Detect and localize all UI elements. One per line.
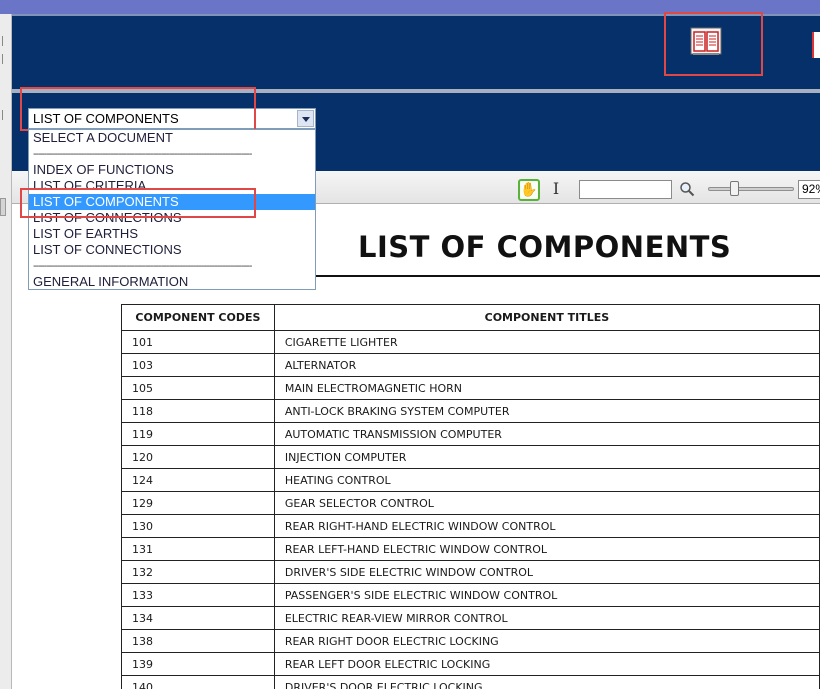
dropdown-option[interactable]: SELECT A DOCUMENT bbox=[29, 130, 315, 146]
component-code-cell: 119 bbox=[121, 422, 275, 446]
table-row: 124 HEATING CONTROL bbox=[121, 468, 820, 492]
component-code-cell: 129 bbox=[121, 491, 275, 515]
zoom-slider-thumb[interactable] bbox=[730, 181, 739, 196]
panel-tick bbox=[2, 36, 7, 46]
component-title-cell: GEAR SELECTOR CONTROL bbox=[273, 491, 820, 515]
table-header-row: COMPONENT CODES COMPONENT TITLES bbox=[121, 304, 820, 331]
component-code-cell: 103 bbox=[121, 353, 275, 377]
dropdown-divider: ----------------------------------------… bbox=[33, 260, 252, 272]
component-code-cell: 105 bbox=[121, 376, 275, 400]
dropdown-option[interactable]: GENERAL INFORMATION bbox=[29, 274, 315, 290]
component-code-cell: 131 bbox=[121, 537, 275, 561]
component-title-cell: DRIVER'S SIDE ELECTRIC WINDOW CONTROL bbox=[273, 560, 820, 584]
components-table: COMPONENT CODES COMPONENT TITLES 101 CIGA… bbox=[121, 304, 820, 689]
title-underline bbox=[310, 275, 820, 277]
table-row: 118 ANTI-LOCK BRAKING SYSTEM COMPUTER bbox=[121, 399, 820, 423]
document-dropdown-list[interactable]: SELECT A DOCUMENT -----------------------… bbox=[28, 129, 316, 290]
component-code-cell: 130 bbox=[121, 514, 275, 538]
dropdown-option[interactable]: LIST OF CONNECTIONS bbox=[29, 242, 315, 258]
chevron-down-icon[interactable] bbox=[297, 110, 314, 127]
component-code-cell: 140 bbox=[121, 675, 275, 689]
component-title-cell: REAR RIGHT-HAND ELECTRIC WINDOW CONTROL bbox=[273, 514, 820, 538]
table-row: 140 DRIVER'S DOOR ELECTRIC LOCKING bbox=[121, 675, 820, 689]
table-row: 120 INJECTION COMPUTER bbox=[121, 445, 820, 469]
component-title-cell: ELECTRIC REAR-VIEW MIRROR CONTROL bbox=[273, 606, 820, 630]
component-code-cell: 139 bbox=[121, 652, 275, 676]
dropdown-option[interactable]: INDEX OF FUNCTIONS bbox=[29, 162, 315, 178]
dropdown-option[interactable]: LIST OF EARTHS bbox=[29, 226, 315, 242]
table-row: 103 ALTERNATOR bbox=[121, 353, 820, 377]
component-code-cell: 120 bbox=[121, 445, 275, 469]
header-divider bbox=[12, 14, 820, 16]
table-body: 101 CIGARETTE LIGHTER 103 ALTERNATOR 105 MAIN… bbox=[121, 330, 820, 689]
component-title-cell: PASSENGER'S SIDE ELECTRIC WINDOW CONTROL bbox=[273, 583, 820, 607]
dropdown-option[interactable]: LIST OF COMPONENTS bbox=[29, 194, 315, 210]
component-title-cell: REAR RIGHT DOOR ELECTRIC LOCKING bbox=[273, 629, 820, 653]
component-title-cell: REAR LEFT DOOR ELECTRIC LOCKING bbox=[273, 652, 820, 676]
component-title-cell: AUTOMATIC TRANSMISSION COMPUTER bbox=[273, 422, 820, 446]
zoom-slider-track[interactable] bbox=[708, 187, 794, 191]
component-code-cell: 118 bbox=[121, 399, 275, 423]
panel-tick bbox=[2, 54, 7, 64]
dropdown-option[interactable]: LIST OF CRITERIA bbox=[29, 178, 315, 194]
hand-icon[interactable]: ✋ bbox=[518, 179, 540, 201]
table-row: 138 REAR RIGHT DOOR ELECTRIC LOCKING bbox=[121, 629, 820, 653]
component-title-cell: INJECTION COMPUTER bbox=[273, 445, 820, 469]
component-code-cell: 132 bbox=[121, 560, 275, 584]
table-row: 130 REAR RIGHT-HAND ELECTRIC WINDOW CONTR… bbox=[121, 514, 820, 538]
component-title-cell: MAIN ELECTROMAGNETIC HORN bbox=[273, 376, 820, 400]
open-book-icon[interactable] bbox=[690, 26, 722, 58]
document-select-value: LIST OF COMPONENTS bbox=[33, 111, 179, 126]
component-title-cell: HEATING CONTROL bbox=[273, 468, 820, 492]
component-code-cell: 133 bbox=[121, 583, 275, 607]
left-panel-strip[interactable] bbox=[0, 14, 12, 689]
header-divider bbox=[12, 89, 820, 93]
column-header-codes: COMPONENT CODES bbox=[121, 304, 275, 331]
component-title-cell: ALTERNATOR bbox=[273, 353, 820, 377]
zoom-level-field[interactable]: 92% bbox=[798, 180, 820, 199]
document-select[interactable]: LIST OF COMPONENTS bbox=[28, 108, 316, 129]
find-input[interactable] bbox=[579, 180, 672, 199]
text-cursor-icon[interactable]: I bbox=[550, 179, 562, 199]
column-header-titles: COMPONENT TITLES bbox=[273, 304, 820, 331]
panel-collapse-handle[interactable] bbox=[0, 198, 6, 216]
component-title-cell: CIGARETTE LIGHTER bbox=[273, 330, 820, 354]
component-code-cell: 101 bbox=[121, 330, 275, 354]
table-row: 139 REAR LEFT DOOR ELECTRIC LOCKING bbox=[121, 652, 820, 676]
magnifier-icon[interactable] bbox=[679, 181, 695, 197]
table-row: 129 GEAR SELECTOR CONTROL bbox=[121, 491, 820, 515]
component-title-cell: ANTI-LOCK BRAKING SYSTEM COMPUTER bbox=[273, 399, 820, 423]
table-row: 131 REAR LEFT-HAND ELECTRIC WINDOW CONTRO… bbox=[121, 537, 820, 561]
component-title-cell: DRIVER'S DOOR ELECTRIC LOCKING bbox=[273, 675, 820, 689]
component-code-cell: 138 bbox=[121, 629, 275, 653]
document-icon[interactable] bbox=[812, 32, 820, 58]
panel-tick bbox=[2, 110, 7, 120]
component-code-cell: 124 bbox=[121, 468, 275, 492]
table-row: 132 DRIVER'S SIDE ELECTRIC WINDOW CONTROL bbox=[121, 560, 820, 584]
table-row: 101 CIGARETTE LIGHTER bbox=[121, 330, 820, 354]
window-title-bar bbox=[0, 0, 820, 14]
component-title-cell: REAR LEFT-HAND ELECTRIC WINDOW CONTROL bbox=[273, 537, 820, 561]
document-title: LIST OF COMPONENTS bbox=[358, 230, 732, 264]
table-row: 133 PASSENGER'S SIDE ELECTRIC WINDOW CONT… bbox=[121, 583, 820, 607]
table-row: 134 ELECTRIC REAR-VIEW MIRROR CONTROL bbox=[121, 606, 820, 630]
component-code-cell: 134 bbox=[121, 606, 275, 630]
table-row: 119 AUTOMATIC TRANSMISSION COMPUTER bbox=[121, 422, 820, 446]
dropdown-divider: ----------------------------------------… bbox=[33, 148, 252, 160]
table-row: 105 MAIN ELECTROMAGNETIC HORN bbox=[121, 376, 820, 400]
dropdown-option[interactable]: LIST OF CONNECTIONS bbox=[29, 210, 315, 226]
